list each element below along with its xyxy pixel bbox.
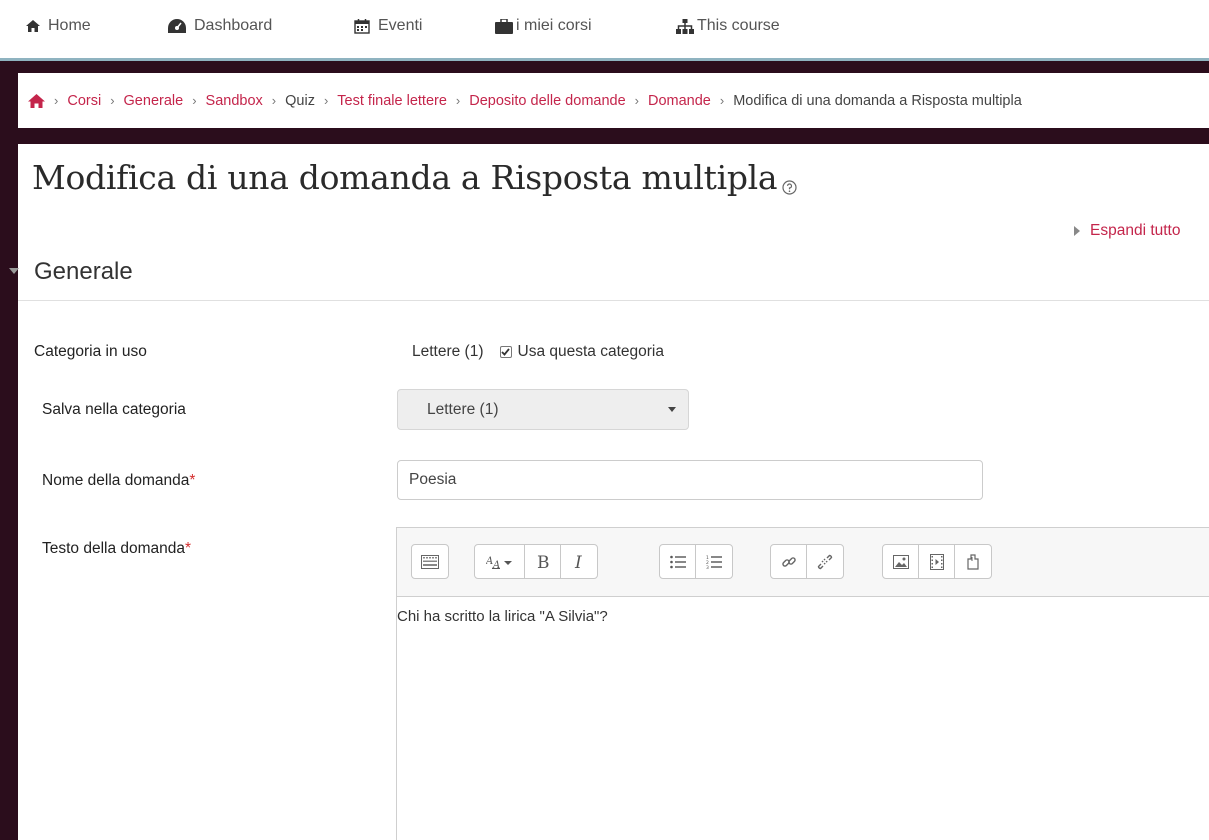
breadcrumb-test-finale[interactable]: Test finale lettere xyxy=(337,93,447,109)
chevron-down-icon xyxy=(668,407,676,412)
calendar-icon xyxy=(354,19,370,34)
question-text-editor[interactable]: AA B I 123 Chi ha scritto la lirica "A S… xyxy=(396,527,1209,840)
question-name-label: Nome della domanda* xyxy=(42,472,195,490)
question-text-value: Chi ha scritto la lirica "A Silvia"? xyxy=(397,608,608,625)
breadcrumb-separator: › xyxy=(719,93,725,108)
breadcrumb-separator: › xyxy=(634,93,639,108)
breadcrumb-generale[interactable]: Generale xyxy=(124,93,184,109)
link-button[interactable] xyxy=(771,545,807,578)
nav-my-courses-label: i miei corsi xyxy=(516,17,592,34)
numbered-list-icon: 123 xyxy=(706,555,722,569)
current-category-value: Lettere (1) xyxy=(412,343,484,360)
bold-icon: B xyxy=(537,554,550,570)
svg-text:B: B xyxy=(537,554,550,570)
question-name-input[interactable]: Poesia xyxy=(397,460,983,500)
breadcrumb-separator: › xyxy=(323,93,329,108)
expand-all-link[interactable]: Espandi tutto xyxy=(1074,222,1180,240)
breadcrumb-domande[interactable]: Domande xyxy=(648,93,711,109)
insert-media-button[interactable] xyxy=(919,545,955,578)
toolbar-group-media xyxy=(882,544,992,579)
breadcrumb-separator: › xyxy=(54,93,59,108)
font-style-icon: AA xyxy=(486,556,512,569)
file-icon xyxy=(967,553,979,570)
editor-toolbar: AA B I 123 xyxy=(397,528,1209,597)
breadcrumb-separator: › xyxy=(455,93,461,108)
save-category-value: Lettere (1) xyxy=(427,400,499,418)
unlink-icon xyxy=(817,554,833,569)
link-icon xyxy=(781,556,796,567)
required-marker: * xyxy=(189,472,196,489)
paragraph-style-button[interactable]: AA xyxy=(475,545,525,578)
question-text-label-text: Testo della domanda xyxy=(42,540,186,557)
svg-text:3: 3 xyxy=(706,565,709,569)
nav-dashboard-label: Dashboard xyxy=(194,17,273,34)
bullet-list-icon xyxy=(669,555,686,568)
nav-eventi-label: Eventi xyxy=(378,17,423,34)
toolbar-group-lists: 123 xyxy=(659,544,733,579)
question-name-value: Poesia xyxy=(409,471,457,488)
italic-button[interactable]: I xyxy=(561,545,597,578)
manage-files-button[interactable] xyxy=(955,545,991,578)
breadcrumb-divider xyxy=(18,128,1209,144)
unlink-button[interactable] xyxy=(807,545,843,578)
nav-my-courses[interactable]: i miei corsi xyxy=(495,17,592,35)
breadcrumb-separator: › xyxy=(110,93,115,108)
required-marker: * xyxy=(185,540,192,557)
nav-home-label: Home xyxy=(48,17,91,34)
insert-image-button[interactable] xyxy=(883,545,919,578)
film-icon xyxy=(929,553,944,570)
save-category-label: Salva nella categoria xyxy=(42,401,186,418)
ordered-list-button[interactable]: 123 xyxy=(696,545,732,578)
bold-button[interactable]: B xyxy=(525,545,561,578)
image-icon xyxy=(892,554,909,569)
dashboard-icon xyxy=(168,19,186,33)
current-category-row: Lettere (1) Usa questa categoria xyxy=(412,343,664,361)
toolbar-toggle-button[interactable] xyxy=(412,545,448,578)
breadcrumb: › Corsi › Generale › Sandbox › Quiz › Te… xyxy=(18,73,1209,128)
section-collapse-icon[interactable] xyxy=(9,268,19,274)
italic-icon: I xyxy=(574,554,582,570)
nav-this-course[interactable]: This course xyxy=(676,17,780,35)
question-text-label: Testo della domanda* xyxy=(42,540,191,558)
top-navbar: Home Dashboard Eventi i miei corsi This … xyxy=(0,0,1209,58)
svg-text:A: A xyxy=(492,560,500,569)
toolbar-group-format: AA B I xyxy=(474,544,598,579)
breadcrumb-separator: › xyxy=(192,93,197,108)
page-title: Modifica di una domanda a Risposta multi… xyxy=(32,158,778,197)
sitemap-icon xyxy=(676,18,694,34)
breadcrumb-quiz[interactable]: Quiz xyxy=(285,93,315,109)
question-name-label-text: Nome della domanda xyxy=(42,472,190,489)
section-title-generale[interactable]: Generale xyxy=(34,258,133,286)
home-icon xyxy=(26,20,40,32)
breadcrumb-deposito[interactable]: Deposito delle domande xyxy=(469,93,625,109)
nav-this-course-label: This course xyxy=(697,17,780,34)
help-icon[interactable] xyxy=(782,180,797,195)
briefcase-icon xyxy=(495,18,513,34)
use-category-label[interactable]: Usa questa categoria xyxy=(518,343,664,361)
breadcrumb-current: Modifica di una domanda a Risposta multi… xyxy=(733,92,1022,109)
section-divider xyxy=(18,300,1209,301)
nav-dashboard[interactable]: Dashboard xyxy=(168,17,272,35)
nav-eventi[interactable]: Eventi xyxy=(354,17,422,35)
toolbar-group-toggle xyxy=(411,544,449,579)
frame-left-edge xyxy=(0,61,9,840)
toolbar-group-links xyxy=(770,544,844,579)
save-category-select[interactable]: Lettere (1) xyxy=(397,389,689,430)
home-icon[interactable] xyxy=(28,93,45,108)
breadcrumb-corsi[interactable]: Corsi xyxy=(67,93,101,109)
breadcrumb-sandbox[interactable]: Sandbox xyxy=(206,93,263,109)
current-category-label: Categoria in uso xyxy=(34,343,147,360)
svg-text:I: I xyxy=(574,554,582,570)
checkmark-icon xyxy=(501,348,510,356)
nav-home[interactable]: Home xyxy=(26,17,91,35)
use-category-checkbox[interactable] xyxy=(499,346,512,358)
expand-all-label: Espandi tutto xyxy=(1090,222,1181,239)
keyboard-icon xyxy=(421,554,439,569)
unordered-list-button[interactable] xyxy=(660,545,696,578)
expand-triangle-icon xyxy=(1074,226,1080,236)
breadcrumb-separator: › xyxy=(271,93,277,108)
editor-content-area[interactable]: Chi ha scritto la lirica "A Silvia"? xyxy=(397,598,1209,625)
